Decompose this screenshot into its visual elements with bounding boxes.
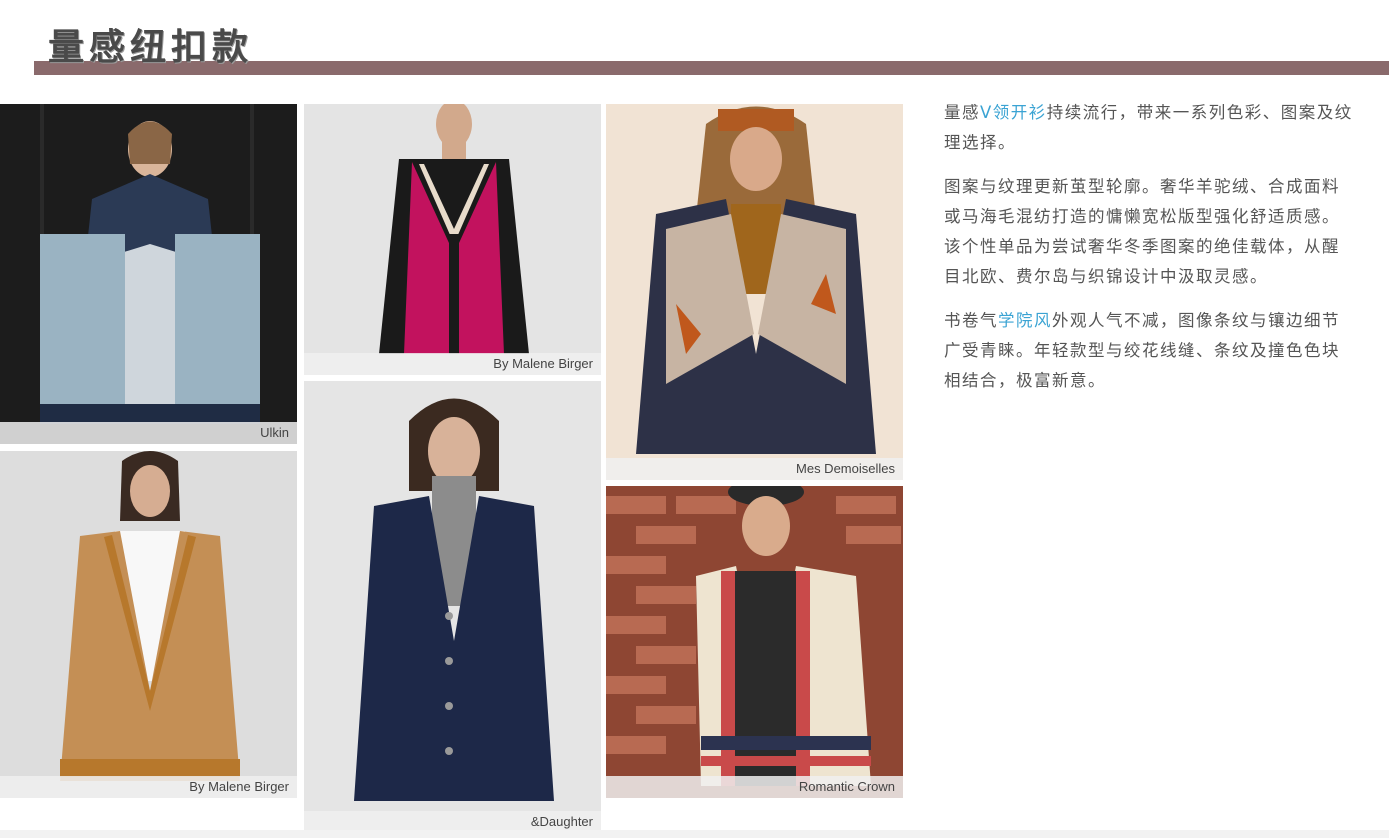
bottom-strip <box>0 830 1389 838</box>
cardigan-image <box>0 104 297 444</box>
photo-caption: Mes Demoiselles <box>606 458 903 480</box>
photo-caption: By Malene Birger <box>0 776 297 798</box>
photo-mes-demoiselles: Mes Demoiselles <box>606 104 903 480</box>
highlight-v-neck-cardigan: V领开衫 <box>980 103 1047 122</box>
cardigan-image <box>304 381 601 833</box>
cardigan-image <box>304 104 601 375</box>
photo-ulkin: Ulkin <box>0 104 297 444</box>
paragraph-3: 书卷气学院风外观人气不减，图像条纹与镶边细节广受青睐。年轻款型与绞花线缝、条纹及… <box>944 311 1340 390</box>
cardigan-image <box>606 486 903 798</box>
photo-caption: Romantic Crown <box>606 776 903 798</box>
photo-caption: Ulkin <box>0 422 297 444</box>
photo-malene-birger-pink: By Malene Birger <box>304 104 601 375</box>
photo-romantic-crown: Romantic Crown <box>606 486 903 798</box>
paragraph-1: 量感V领开衫持续流行，带来一系列色彩、图案及纹理选择。 <box>944 103 1353 152</box>
cardigan-image <box>606 104 903 480</box>
page-title: 量感纽扣款 <box>48 27 254 68</box>
paragraph-2: 图案与纹理更新茧型轮廓。奢华羊驼绒、合成面料或马海毛混纺打造的慵懒宽松版型强化舒… <box>944 177 1340 286</box>
photo-malene-birger-camel: By Malene Birger <box>0 451 297 798</box>
photo-caption: By Malene Birger <box>304 353 601 375</box>
highlight-preppy-style: 学院风 <box>998 311 1052 330</box>
cardigan-image <box>0 451 297 798</box>
photo-and-daughter: &Daughter <box>304 381 601 833</box>
description-text: 量感V领开衫持续流行，带来一系列色彩、图案及纹理选择。 图案与纹理更新茧型轮廓。… <box>944 98 1356 410</box>
